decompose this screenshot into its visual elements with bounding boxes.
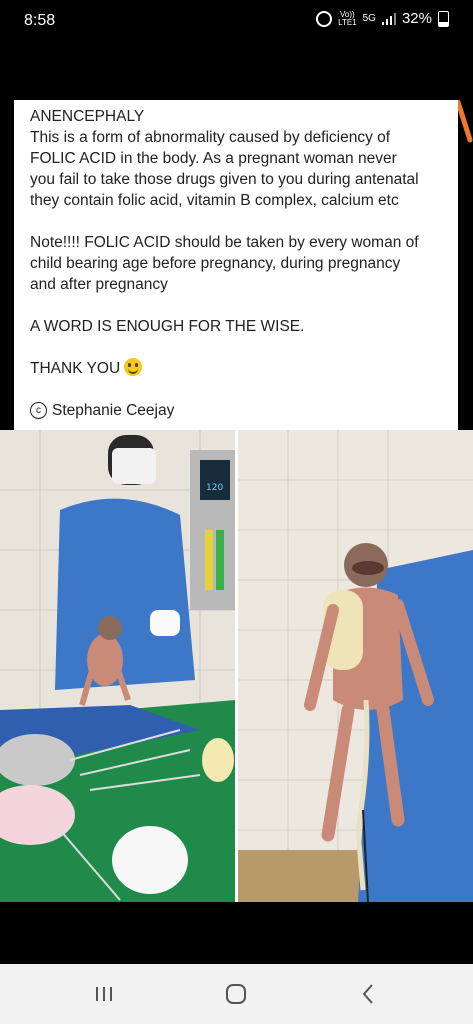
post-line: they contain folic acid, vitamin B compl… [30, 192, 399, 209]
orange-stroke-decoration [456, 100, 473, 143]
delivery-room-photo: 120 [0, 430, 235, 902]
monitor-readout: 120 [206, 483, 223, 493]
post-card: ANENCEPHALY This is a form of abnormalit… [14, 100, 458, 430]
thanks-text: THANK YOU [30, 360, 121, 377]
post-title: ANENCEPHALY [30, 108, 145, 125]
recents-icon[interactable] [84, 980, 124, 1008]
navigation-bar [0, 964, 473, 1024]
post-line: you fail to take those drugs given to yo… [30, 171, 419, 188]
intro-paragraph: ANENCEPHALY This is a form of abnormalit… [30, 106, 450, 211]
thanks-paragraph: THANK YOU [30, 358, 450, 379]
closeup-photo [238, 430, 473, 902]
smiley-icon [124, 358, 143, 376]
note-line: and after pregnancy [30, 276, 168, 293]
note-line: child bearing age before pregnancy, duri… [30, 255, 401, 272]
author-name: Stephanie Ceejay [52, 402, 175, 419]
home-icon[interactable] [216, 980, 256, 1008]
battery-percent: 32% [401, 10, 432, 27]
battery-icon [438, 10, 449, 27]
photo-right[interactable] [238, 430, 473, 902]
photo-collage[interactable]: 120 [0, 430, 473, 902]
author-line: c Stephanie Ceejay [30, 400, 450, 421]
status-bar: 8:58 Vo)) LTE1 5G 32% [0, 0, 473, 44]
wise-paragraph: A WORD IS ENOUGH FOR THE WISE. [30, 318, 305, 335]
network-type: 5G [362, 12, 376, 24]
copyright-icon: c [30, 402, 47, 419]
signal-icon [381, 12, 396, 25]
post-line: FOLIC ACID in the body. As a pregnant wo… [30, 150, 397, 167]
back-icon[interactable] [348, 980, 388, 1008]
note-paragraph: Note!!!! FOLIC ACID should be taken by e… [30, 232, 450, 295]
volte-bottom: LTE1 [338, 17, 357, 27]
post-body: ANENCEPHALY This is a form of abnormalit… [30, 106, 450, 421]
status-time: 8:58 [24, 12, 56, 29]
status-icons: Vo)) LTE1 5G 32% [316, 10, 449, 27]
photo-left[interactable]: 120 [0, 430, 235, 902]
post-line: This is a form of abnormality caused by … [30, 129, 391, 146]
note-line: Note!!!! FOLIC ACID should be taken by e… [30, 234, 419, 251]
alarm-icon [316, 10, 333, 27]
volte-indicator: Vo)) LTE1 [338, 10, 357, 27]
